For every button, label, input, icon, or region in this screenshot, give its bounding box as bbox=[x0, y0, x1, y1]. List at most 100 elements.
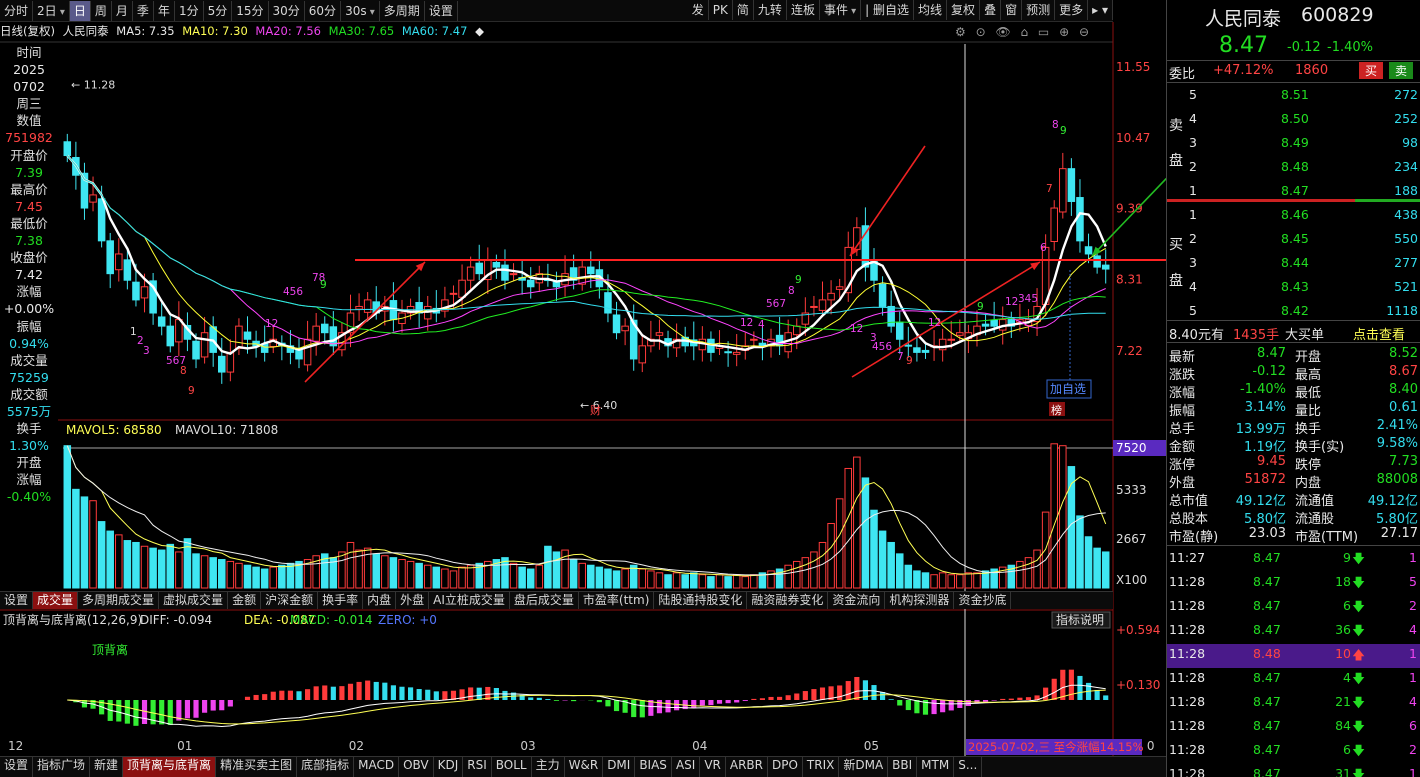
stock-chart-canvas[interactable]: 11.5510.479.398.317.22120102030405060← 1… bbox=[0, 0, 1166, 777]
nine-turn-count: 456 bbox=[872, 341, 892, 353]
vol-tab-1[interactable]: 成交量 bbox=[33, 592, 79, 609]
vol-tab-4[interactable]: 金额 bbox=[228, 592, 262, 609]
indicator-tab-22[interactable]: MTM bbox=[917, 757, 955, 777]
indicator-tab-17[interactable]: ARBR bbox=[726, 757, 768, 777]
volume-bar bbox=[715, 574, 724, 589]
indicator-tab-7[interactable]: OBV bbox=[399, 757, 434, 777]
quote-value: 49.12亿 bbox=[1235, 494, 1286, 509]
volume-bar bbox=[690, 572, 698, 589]
indicator-tab-5[interactable]: 底部指标 bbox=[297, 757, 355, 777]
indicator-tab-13[interactable]: DMI bbox=[603, 757, 636, 777]
indicator-tab-1[interactable]: 指标广场 bbox=[33, 757, 91, 777]
indicator-tab-8[interactable]: KDJ bbox=[434, 757, 464, 777]
indicator-tab-4[interactable]: 精准买卖主图 bbox=[216, 757, 298, 777]
info-label: 成交量 bbox=[10, 352, 48, 368]
info-label: 成交额 bbox=[10, 386, 48, 402]
volume-bar bbox=[947, 574, 955, 589]
tick-time: 11:28 bbox=[1169, 694, 1206, 709]
volume-bar bbox=[844, 467, 853, 589]
candle-body bbox=[363, 299, 372, 313]
vol-tab-3[interactable]: 虚拟成交量 bbox=[159, 592, 229, 609]
bigorder-link[interactable]: 点击查看 bbox=[1353, 324, 1405, 343]
quote-value: 8.52 bbox=[1389, 346, 1418, 361]
volume-bar bbox=[569, 559, 578, 589]
vol-tab-5[interactable]: 沪深金额 bbox=[261, 592, 319, 609]
indicator-tab-3[interactable]: 顶背离与底背离 bbox=[123, 757, 217, 777]
quote-value: 51872 bbox=[1244, 472, 1286, 487]
month-label: 02 bbox=[349, 739, 364, 753]
candle-body bbox=[621, 325, 629, 332]
nine-turn-count: 12 bbox=[265, 318, 278, 330]
bid-volume: 438 bbox=[1394, 207, 1418, 222]
top-divergence-label: 顶背离 bbox=[92, 642, 128, 657]
candle-body bbox=[947, 338, 955, 341]
vol-tab-16[interactable]: 资金抄底 bbox=[954, 592, 1012, 609]
candle-body bbox=[1084, 246, 1093, 255]
indicator-tab-18[interactable]: DPO bbox=[768, 757, 803, 777]
indicator-tab-21[interactable]: BBI bbox=[888, 757, 918, 777]
vol-tab-7[interactable]: 内盘 bbox=[363, 592, 397, 609]
vol-tab-12[interactable]: 陆股通持股变化 bbox=[654, 592, 748, 609]
nine-turn-count: 9 bbox=[977, 301, 984, 313]
indicator-tab-10[interactable]: BOLL bbox=[492, 757, 532, 777]
tick-price: 8.47 bbox=[1253, 766, 1281, 777]
indicator-tab-0[interactable]: 设置 bbox=[0, 757, 34, 777]
volume-bar bbox=[509, 562, 518, 589]
volume-bar bbox=[72, 488, 80, 589]
candle-body bbox=[355, 305, 363, 310]
indicator-tab-2[interactable]: 新建 bbox=[90, 757, 124, 777]
quote-label: 最新 bbox=[1169, 350, 1196, 365]
indicator-tab-15[interactable]: ASI bbox=[672, 757, 701, 777]
ask-level: 3 bbox=[1189, 135, 1197, 150]
volume-bar bbox=[466, 564, 475, 589]
indicator-tab-9[interactable]: RSI bbox=[463, 757, 492, 777]
indicator-tab-19[interactable]: TRIX bbox=[803, 757, 840, 777]
indicator-tab-11[interactable]: 主力 bbox=[532, 757, 565, 777]
nine-turn-count: 12 bbox=[850, 323, 863, 335]
ask-level: 5 bbox=[1189, 87, 1197, 102]
vol-tab-6[interactable]: 换手率 bbox=[318, 592, 364, 609]
macd-zero: ZERO: +0 bbox=[378, 613, 437, 627]
bid-price: 8.43 bbox=[1281, 279, 1309, 294]
indicator-tab-12[interactable]: W&R bbox=[565, 757, 604, 777]
stock-code: 600829 bbox=[1301, 4, 1374, 26]
arrow-down-icon: 🡇 bbox=[1352, 575, 1365, 590]
info-value: 75259 bbox=[9, 369, 49, 385]
vol-tab-11[interactable]: 市盈率(ttm) bbox=[579, 592, 655, 609]
vol-tab-8[interactable]: 外盘 bbox=[396, 592, 430, 609]
volume-bar bbox=[544, 545, 552, 589]
volume-bar bbox=[681, 574, 689, 589]
volume-bar bbox=[870, 509, 878, 589]
indicator-tab-23[interactable]: S... bbox=[954, 757, 983, 777]
indicator-tab-6[interactable]: MACD bbox=[354, 757, 400, 777]
tick-row: 11:28 8.47 36 🡇 4 bbox=[1167, 620, 1420, 644]
indicator-tab-16[interactable]: VR bbox=[700, 757, 726, 777]
vol-tab-15[interactable]: 机构探测器 bbox=[885, 592, 955, 609]
volume-bar bbox=[732, 574, 741, 589]
vol-tab-0[interactable]: 设置 bbox=[0, 592, 34, 609]
indicator-tab-20[interactable]: 新DMA bbox=[839, 757, 889, 777]
quote-label: 总市值 bbox=[1169, 494, 1209, 509]
vol-tab-10[interactable]: 盘后成交量 bbox=[510, 592, 579, 609]
quote-value: 8.47 bbox=[1257, 346, 1286, 361]
vol-tab-13[interactable]: 融资融券变化 bbox=[747, 592, 829, 609]
tick-count: 6 bbox=[1409, 718, 1417, 733]
candle-body bbox=[921, 349, 930, 353]
info-label: 最低价 bbox=[10, 215, 48, 231]
tick-volume: 84 bbox=[1335, 718, 1351, 733]
trend-arrow-2 bbox=[849, 145, 926, 257]
vol-tab-14[interactable]: 资金流向 bbox=[828, 592, 886, 609]
candle-body bbox=[913, 347, 921, 353]
sell-button[interactable]: 卖 bbox=[1389, 62, 1414, 79]
tick-volume: 6 bbox=[1343, 598, 1351, 613]
vol-tab-9[interactable]: AI立桩成交量 bbox=[429, 592, 510, 609]
tick-time: 11:28 bbox=[1169, 766, 1206, 777]
buy-button[interactable]: 买 bbox=[1359, 62, 1384, 79]
macd-tick-label: +0.594 bbox=[1116, 623, 1160, 637]
volume-bar bbox=[346, 541, 355, 589]
candle-body bbox=[792, 325, 801, 336]
vol-tab-2[interactable]: 多周期成交量 bbox=[78, 592, 160, 609]
volume-bar bbox=[209, 557, 217, 589]
volume-bar bbox=[698, 574, 707, 589]
indicator-tab-14[interactable]: BIAS bbox=[635, 757, 672, 777]
